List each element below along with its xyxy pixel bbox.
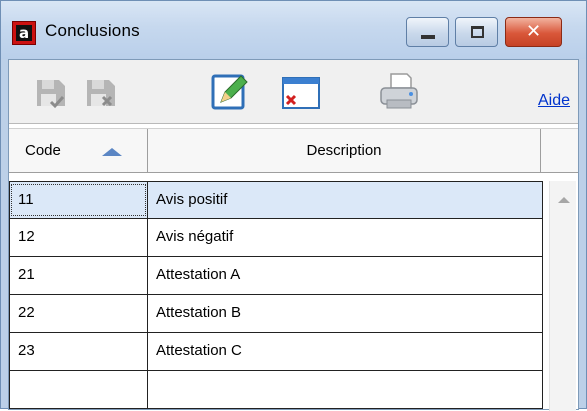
table-row[interactable]: 23 Attestation C <box>9 333 543 371</box>
table-row[interactable]: 21 Attestation A <box>9 257 543 295</box>
window-title: Conclusions <box>45 21 140 41</box>
edit-button[interactable] <box>207 70 251 114</box>
app-icon-letter: a <box>16 25 32 41</box>
maximize-icon <box>471 26 484 38</box>
save-validate-icon <box>29 70 73 114</box>
minimize-button[interactable] <box>406 17 449 47</box>
print-icon <box>377 70 421 114</box>
cell-code[interactable]: 11 <box>9 182 148 218</box>
column-header-description-label: Description <box>306 142 381 159</box>
cell-code[interactable]: 22 <box>9 295 148 332</box>
close-icon: ✕ <box>506 20 561 44</box>
maximize-button[interactable] <box>455 17 498 47</box>
vertical-scrollbar[interactable] <box>549 181 576 411</box>
edit-icon <box>207 70 251 114</box>
cell-description[interactable]: Attestation B <box>148 295 543 332</box>
table-row-new[interactable] <box>9 371 543 409</box>
save-validate-button[interactable] <box>29 70 73 114</box>
save-cancel-button[interactable] <box>79 70 123 114</box>
column-header-code[interactable]: Code <box>9 129 148 173</box>
column-header-code-label: Code <box>25 142 61 159</box>
client-area: Aide Code Description 11 Avis positif 12… <box>8 59 579 410</box>
cell-code[interactable]: 23 <box>9 333 148 370</box>
column-header-spacer <box>541 129 578 173</box>
cell-description[interactable]: Avis négatif <box>148 219 543 256</box>
sort-ascending-icon <box>102 148 122 156</box>
conclusions-window: a Conclusions ✕ Aide Code Description 11… <box>0 0 587 409</box>
close-button[interactable]: ✕ <box>505 17 562 47</box>
app-icon: a <box>12 21 36 45</box>
cell-description[interactable]: Avis positif <box>148 182 543 218</box>
scroll-up-icon[interactable] <box>558 197 570 203</box>
toolbar: Aide <box>9 60 578 124</box>
table-row[interactable]: 22 Attestation B <box>9 295 543 333</box>
cell-code[interactable] <box>9 371 148 408</box>
cell-code[interactable]: 12 <box>9 219 148 256</box>
column-header-description[interactable]: Description <box>148 129 541 173</box>
cell-description[interactable] <box>148 371 543 408</box>
delete-icon <box>279 70 323 114</box>
cell-code[interactable]: 21 <box>9 257 148 294</box>
cell-description[interactable]: Attestation A <box>148 257 543 294</box>
title-bar[interactable]: a Conclusions ✕ <box>1 1 586 59</box>
delete-button[interactable] <box>279 70 323 114</box>
table-row[interactable]: 12 Avis négatif <box>9 219 543 257</box>
grid-header: Code Description <box>9 128 578 173</box>
help-link[interactable]: Aide <box>538 92 570 110</box>
minimize-icon <box>421 35 435 39</box>
save-cancel-icon <box>79 70 123 114</box>
grid-body: 11 Avis positif 12 Avis négatif 21 Attes… <box>9 181 543 409</box>
table-row[interactable]: 11 Avis positif <box>9 181 543 219</box>
cell-description[interactable]: Attestation C <box>148 333 543 370</box>
print-button[interactable] <box>377 70 421 114</box>
